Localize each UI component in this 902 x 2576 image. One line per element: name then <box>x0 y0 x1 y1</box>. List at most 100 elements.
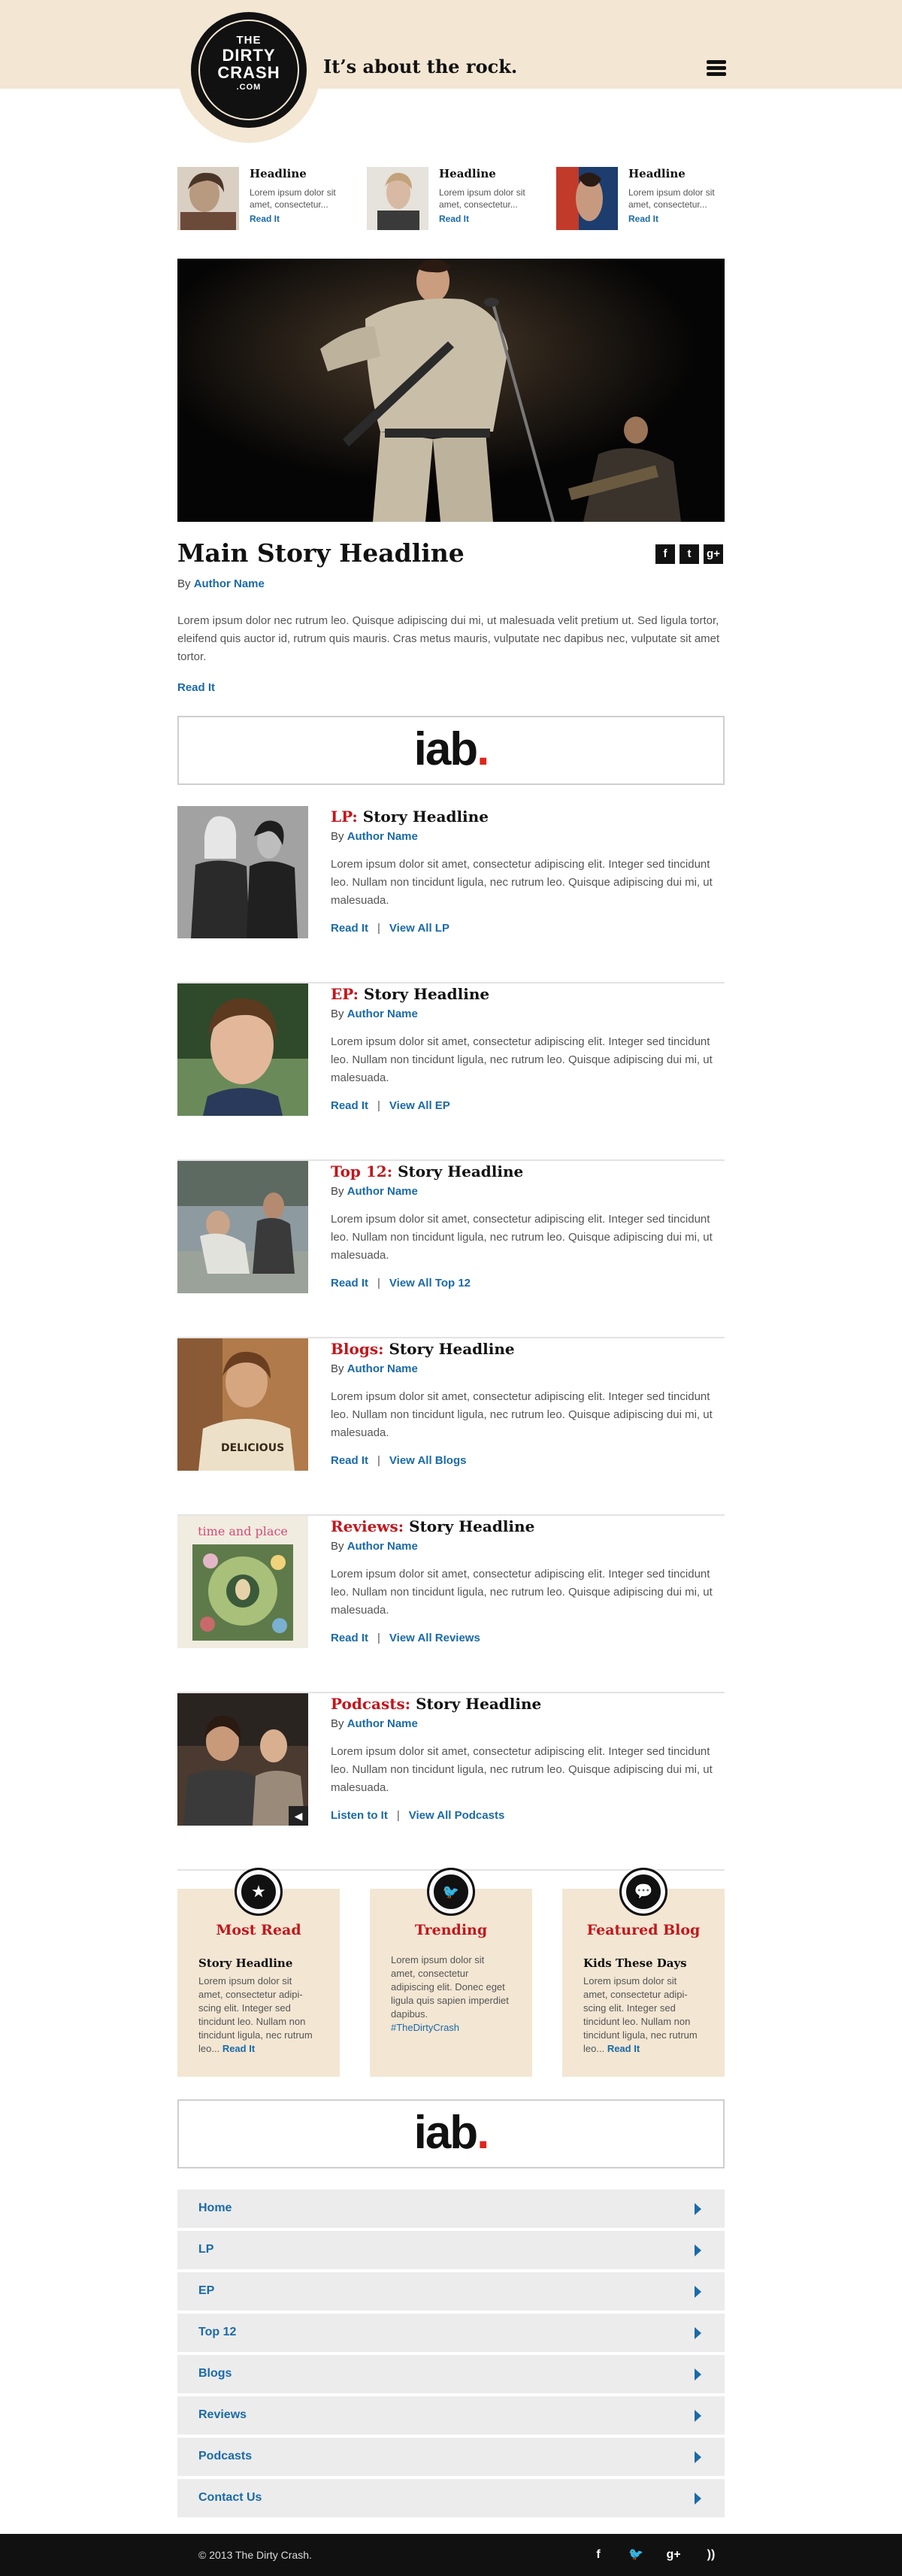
story-image[interactable] <box>177 983 308 1116</box>
story-author-link[interactable]: Author Name <box>347 830 418 843</box>
story-author-link[interactable]: Author Name <box>347 1185 418 1198</box>
story-item: DELICIOUS Blogs: Story Headline By Autho… <box>177 1338 725 1516</box>
top-story-thumbnail[interactable] <box>177 167 239 230</box>
box-read-link[interactable]: Read It <box>222 2043 255 2054</box>
story-byline: By Author Name <box>331 1540 418 1553</box>
footer-nav: Home LP EP Top 12 Blogs Reviews Podcasts… <box>177 2190 725 2520</box>
chevron-right-icon <box>695 2493 701 2505</box>
story-author-link[interactable]: Author Name <box>347 1540 418 1553</box>
nav-item-top-12[interactable]: Top 12 <box>177 2314 725 2352</box>
box-title: Trending <box>414 1922 488 1938</box>
nav-item-ep[interactable]: EP <box>177 2272 725 2311</box>
story-read-link[interactable]: Read It <box>331 1632 368 1644</box>
nav-label: Reviews <box>198 2408 247 2421</box>
advertisement-banner[interactable]: iab. <box>177 716 725 785</box>
story-headline: Podcasts: Story Headline <box>331 1695 541 1713</box>
top-story-read-link[interactable]: Read It <box>628 214 658 224</box>
story-byline: By Author Name <box>331 1717 418 1730</box>
story-image[interactable]: DELICIOUS <box>177 1338 308 1471</box>
story-author-link[interactable]: Author Name <box>347 1008 418 1020</box>
nav-item-blogs[interactable]: Blogs <box>177 2355 725 2393</box>
link-separator: | <box>377 1099 380 1112</box>
iab-logo: iab. <box>179 2110 723 2156</box>
link-separator: | <box>377 1632 380 1644</box>
story-byline: By Author Name <box>331 1008 418 1020</box>
iab-logo-dot: . <box>477 723 489 775</box>
box-excerpt: Lorem ipsum dolor sit amet, consectetur … <box>198 1975 313 2054</box>
top-story-excerpt: Lorem ipsum dolor sit amet, consectetur.… <box>250 187 336 210</box>
story-image[interactable] <box>177 1161 308 1293</box>
speaker-icon[interactable]: ◀ <box>289 1806 308 1826</box>
box-read-link[interactable]: Read It <box>607 2043 640 2054</box>
top-story-read-link[interactable]: Read It <box>250 214 280 224</box>
main-story-byline: By Author Name <box>177 577 265 590</box>
top-story-thumbnail[interactable] <box>367 167 428 230</box>
story-headline: LP: Story Headline <box>331 808 489 826</box>
twitter-icon[interactable]: t <box>680 544 699 564</box>
top-stories-row: Headline Lorem ipsum dolor sit amet, con… <box>177 167 725 230</box>
story-read-link[interactable]: Read It <box>331 1454 368 1467</box>
nav-item-contact-us[interactable]: Contact Us <box>177 2479 725 2517</box>
story-view-all-link[interactable]: View All Reviews <box>389 1632 480 1644</box>
story-view-all-link[interactable]: View All Blogs <box>389 1454 467 1467</box>
top-story-headline: Headline <box>250 167 307 180</box>
box-text: Lorem ipsum dolor sit amet, consectetur … <box>198 1974 319 2056</box>
story-view-all-link[interactable]: View All EP <box>389 1099 450 1112</box>
iab-logo-dot: . <box>477 2107 489 2159</box>
top-story[interactable]: Headline Lorem ipsum dolor sit amet, con… <box>367 167 547 230</box>
google-plus-icon[interactable]: g+ <box>664 2546 683 2564</box>
story-image[interactable]: ◀ <box>177 1693 308 1826</box>
story-byline: By Author Name <box>331 830 418 843</box>
story-author-link[interactable]: Author Name <box>347 1717 418 1730</box>
top-story-headline: Headline <box>439 167 496 180</box>
rss-icon[interactable]: )) <box>702 2546 720 2564</box>
story-image[interactable] <box>177 806 308 938</box>
facebook-icon[interactable]: f <box>589 2546 607 2564</box>
facebook-icon[interactable]: f <box>655 544 675 564</box>
advertisement-banner[interactable]: iab. <box>177 2099 725 2168</box>
top-story-read-link[interactable]: Read It <box>439 214 469 224</box>
story-read-link[interactable]: Read It <box>331 922 368 935</box>
main-story-excerpt: Lorem ipsum dolor nec rutrum leo. Quisqu… <box>177 614 720 663</box>
chevron-right-icon <box>695 2451 701 2463</box>
nav-item-home[interactable]: Home <box>177 2190 725 2228</box>
main-story-author-link[interactable]: Author Name <box>194 577 265 590</box>
box-excerpt: Lorem ipsum dolor sit amet, consectetur … <box>583 1975 698 2054</box>
story-read-link[interactable]: Read It <box>331 1099 368 1112</box>
top-story[interactable]: Headline Lorem ipsum dolor sit amet, con… <box>177 167 358 230</box>
story-category: Reviews: <box>331 1517 404 1535</box>
hashtag-link[interactable]: #TheDirtyCrash <box>391 2022 459 2033</box>
link-separator: | <box>396 1809 400 1822</box>
story-view-all-link[interactable]: View All LP <box>389 922 449 935</box>
top-story[interactable]: Headline Lorem ipsum dolor sit amet, con… <box>556 167 737 230</box>
nav-item-lp[interactable]: LP <box>177 2231 725 2269</box>
box-title: Most Read <box>216 1922 301 1938</box>
story-read-link[interactable]: Read It <box>331 1277 368 1290</box>
top-story-headline: Headline <box>628 167 686 180</box>
story-view-all-link[interactable]: View All Podcasts <box>409 1809 505 1822</box>
top-story-thumbnail[interactable] <box>556 167 618 230</box>
main-story-image[interactable] <box>177 259 725 522</box>
story-excerpt: Lorem ipsum dolor sit amet, consectetur … <box>331 1213 713 1262</box>
logo-line-2: DIRTY <box>222 45 276 65</box>
footer-social-icons: f 🐦 g+)) <box>570 2546 720 2564</box>
copyright-text: © 2013 The Dirty Crash. <box>198 2549 312 2561</box>
nav-item-reviews[interactable]: Reviews <box>177 2396 725 2435</box>
story-view-all-link[interactable]: View All Top 12 <box>389 1277 471 1290</box>
story-listen-link[interactable]: Listen to It <box>331 1809 388 1822</box>
story-byline: By Author Name <box>331 1185 418 1198</box>
logo-line-4: .COM <box>236 82 262 92</box>
story-title: Story Headline <box>416 1695 542 1713</box>
nav-item-podcasts[interactable]: Podcasts <box>177 2438 725 2476</box>
iab-logo-i: i <box>413 723 427 775</box>
story-category: Podcasts: <box>331 1695 411 1713</box>
site-logo[interactable]: THE DIRTY CRASH .COM <box>191 12 307 128</box>
main-story-read-link[interactable]: Read It <box>177 681 215 694</box>
google-plus-icon[interactable]: g+ <box>704 544 723 564</box>
twitter-icon[interactable]: 🐦 <box>627 2546 645 2564</box>
story-excerpt: Lorem ipsum dolor sit amet, consectetur … <box>331 1035 713 1084</box>
story-author-link[interactable]: Author Name <box>347 1362 418 1375</box>
story-excerpt: Lorem ipsum dolor sit amet, consectetur … <box>331 1390 713 1439</box>
story-image[interactable]: time and place <box>177 1516 308 1648</box>
hamburger-menu-icon[interactable] <box>707 60 726 77</box>
